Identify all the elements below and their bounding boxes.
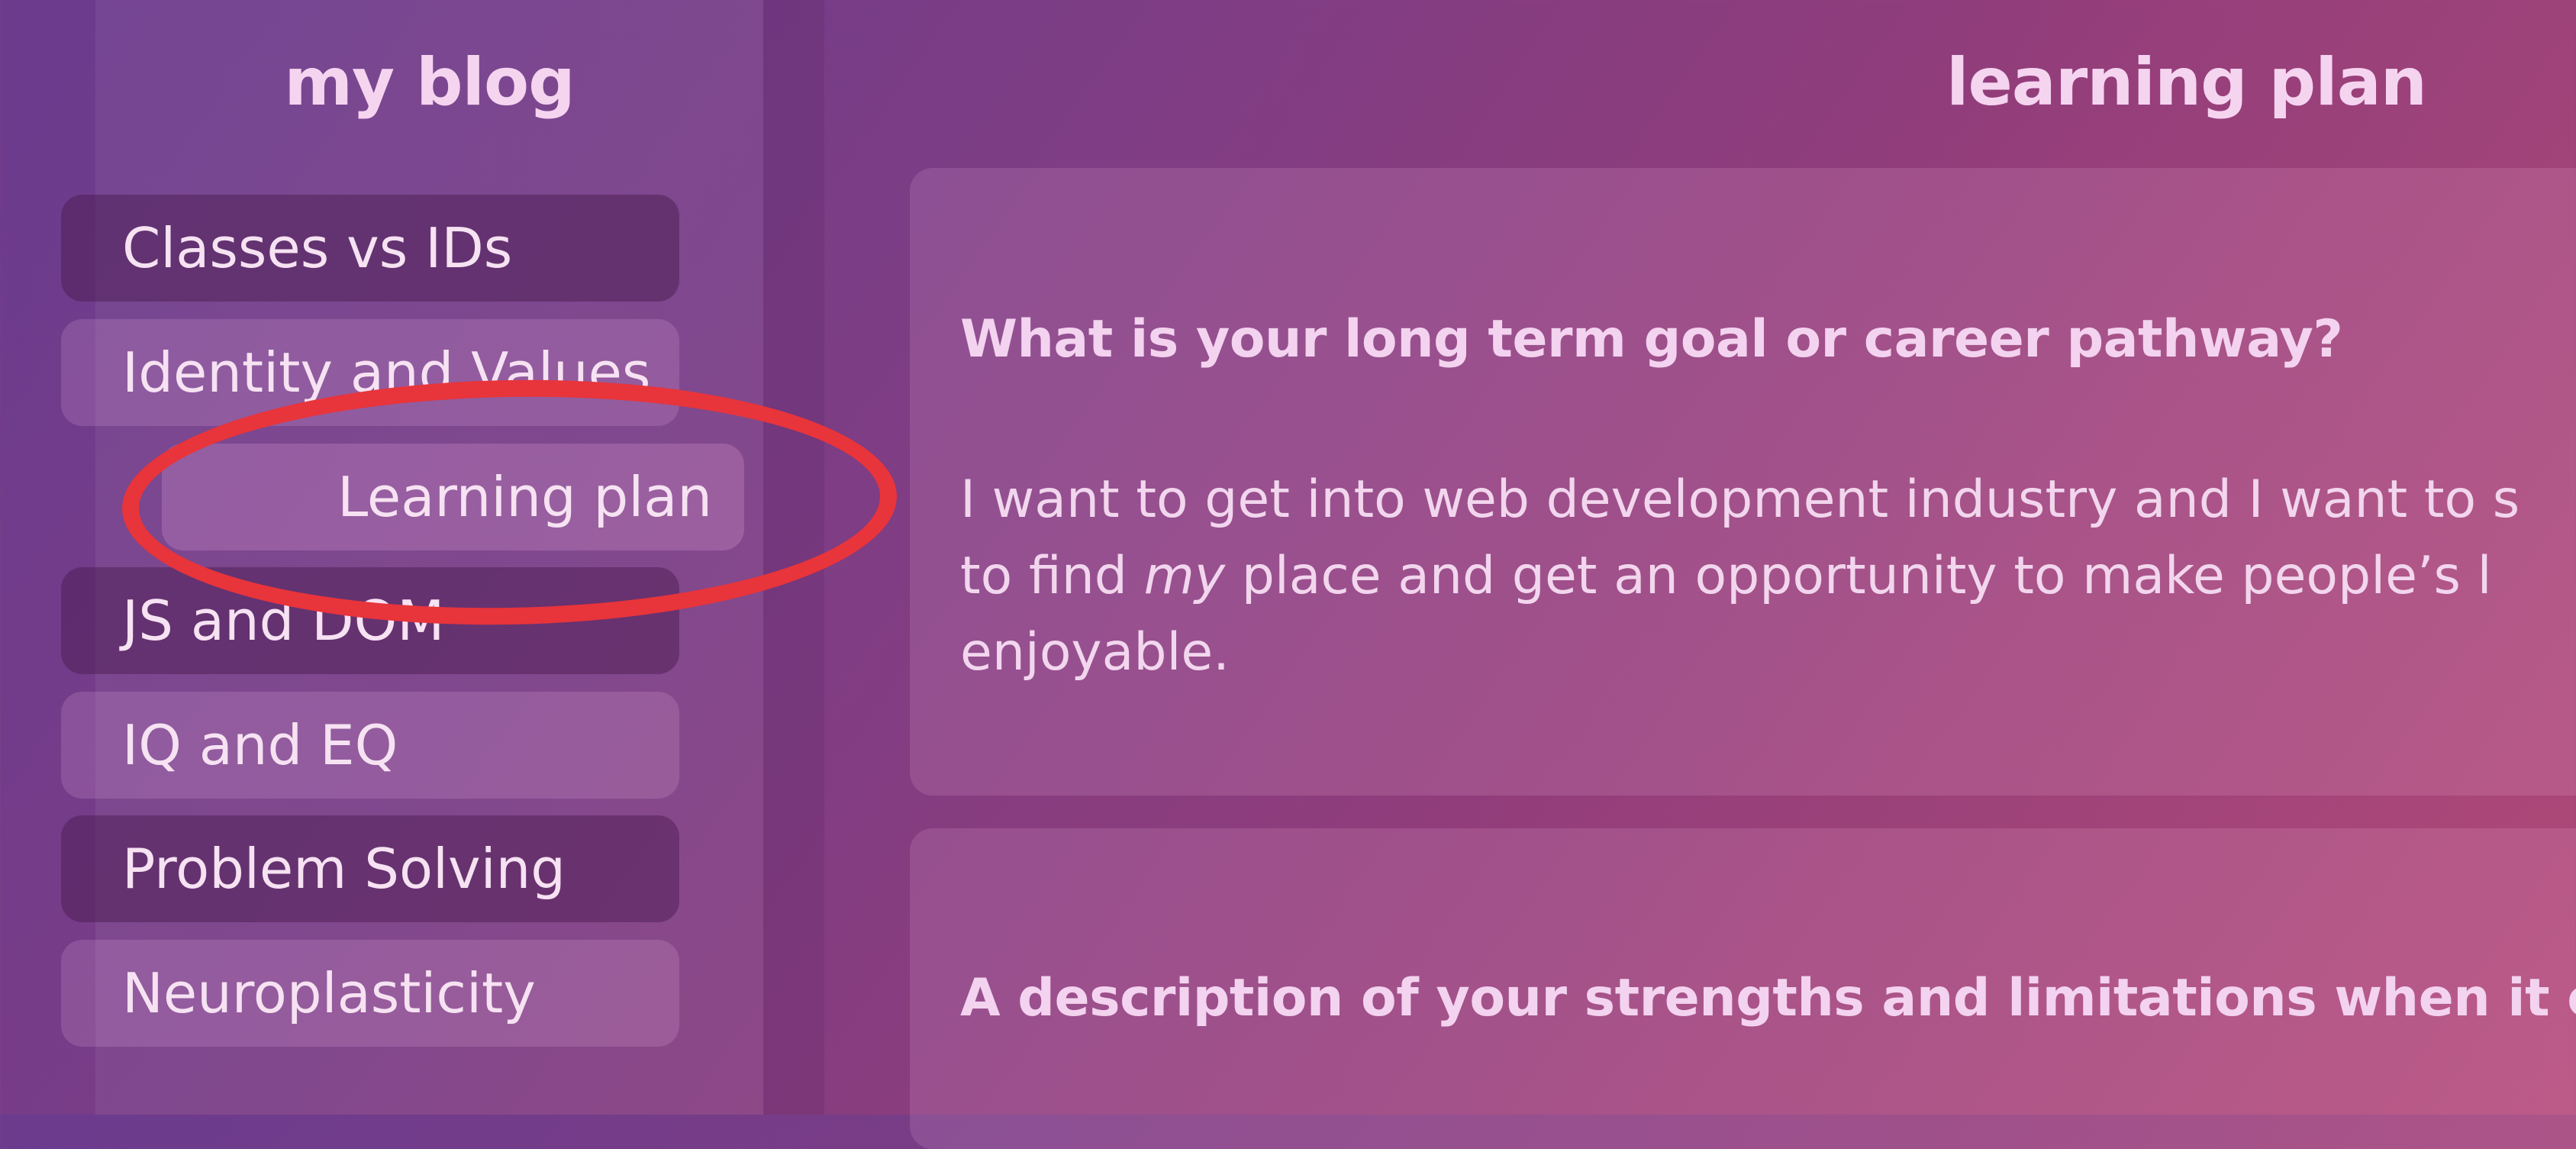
answer-emphasis: my (1143, 546, 1226, 606)
content-card-career-goal: What is your long term goal or career pa… (910, 168, 2576, 796)
question-heading: What is your long term goal or career pa… (960, 309, 2343, 370)
page-title: learning plan (1946, 44, 2427, 121)
answer-text-segment: to find (960, 546, 1144, 606)
sidebar-item-label: Problem Solving (122, 837, 566, 901)
sidebar-item-label: Neuroplasticity (122, 961, 536, 1025)
question-heading: A description of your strengths and limi… (960, 968, 2576, 1028)
blog-title[interactable]: my blog (95, 44, 763, 121)
answer-line: enjoyable. (960, 622, 1230, 683)
answer-text: I want to get into web development indus… (960, 462, 2520, 691)
answer-line: I want to get into web development indus… (960, 470, 2520, 530)
answer-line: to find my place and get an opportunity … (960, 538, 2520, 615)
content-card-strengths: A description of your strengths and limi… (910, 828, 2576, 1149)
sidebar-item-label: Classes vs IDs (122, 216, 513, 280)
answer-text-segment: place and get an opportunity to make peo… (1225, 546, 2492, 606)
sidebar-item-label: IQ and EQ (122, 713, 398, 777)
sidebar-item-classes-vs-ids[interactable]: Classes vs IDs (61, 195, 679, 302)
sidebar-item-problem-solving[interactable]: Problem Solving (61, 815, 679, 922)
sidebar-item-neuroplasticity[interactable]: Neuroplasticity (61, 940, 679, 1047)
sidebar-item-iq-and-eq[interactable]: IQ and EQ (61, 692, 679, 799)
